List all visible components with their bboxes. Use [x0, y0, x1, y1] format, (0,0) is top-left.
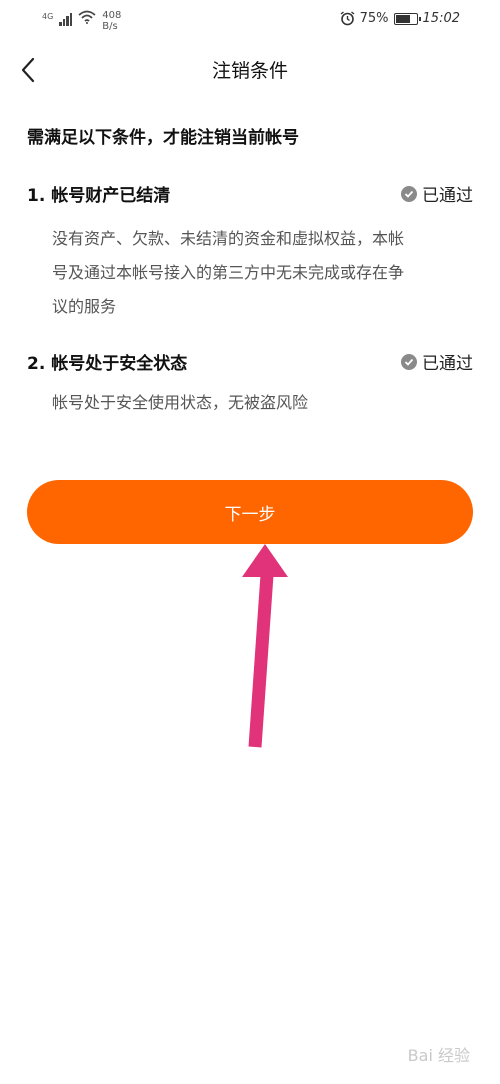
status-right: 75% 15:02 — [340, 11, 460, 26]
watermark: Bai 经验 — [407, 1046, 470, 1065]
alarm-icon — [340, 11, 355, 26]
speed-value: 408 — [102, 10, 122, 21]
condition-status: 已通过 — [401, 349, 473, 374]
description-line: 议的服务 — [52, 297, 117, 316]
network-type: 4G — [42, 12, 54, 21]
next-step-button[interactable]: 下一步 — [27, 480, 473, 544]
condition-item: 1. 帐号财产已结清 已通过 没有资产、欠款、未结清的资金和虚拟权益，本帐 号及… — [27, 181, 473, 324]
condition-status-label: 已通过 — [422, 354, 473, 374]
condition-status-label: 已通过 — [422, 186, 473, 206]
check-circle-icon — [401, 185, 417, 202]
battery-icon — [393, 12, 421, 25]
description-line: 号及通过本帐号接入的第三方中无未完成或存在争 — [52, 263, 405, 282]
condition-description: 帐号处于安全使用状态，无被盗风险 — [52, 386, 473, 420]
speed-unit: B/s — [102, 21, 118, 32]
signal-icon — [59, 13, 73, 26]
status-left: 4G 408 B/s — [42, 10, 121, 32]
annotation-arrow — [242, 544, 288, 748]
page-title: 注销条件 — [211, 60, 288, 82]
wifi-icon — [78, 10, 96, 24]
status-bar: 4G 408 B/s 75% 15:02 — [0, 0, 500, 40]
description-line: 没有资产、欠款、未结清的资金和虚拟权益，本帐 — [52, 229, 405, 248]
check-circle-icon — [401, 353, 417, 370]
condition-status: 已通过 — [401, 181, 473, 206]
description-line: 帐号处于安全使用状态，无被盗风险 — [52, 393, 309, 412]
section-heading: 需满足以下条件，才能注销当前帐号 — [27, 128, 299, 148]
page: 4G 408 B/s 75% 15:02 注销条件 需满足以下条件，才能注销当前… — [0, 0, 500, 1084]
condition-item: 2. 帐号处于安全状态 已通过 帐号处于安全使用状态，无被盗风险 — [27, 349, 473, 420]
condition-description: 没有资产、欠款、未结清的资金和虚拟权益，本帐 号及通过本帐号接入的第三方中无未完… — [52, 222, 473, 324]
battery-fill — [395, 14, 410, 23]
network-speed: 408 B/s — [102, 10, 121, 32]
battery-percent: 75% — [359, 11, 389, 26]
clock: 15:02 — [422, 11, 460, 26]
